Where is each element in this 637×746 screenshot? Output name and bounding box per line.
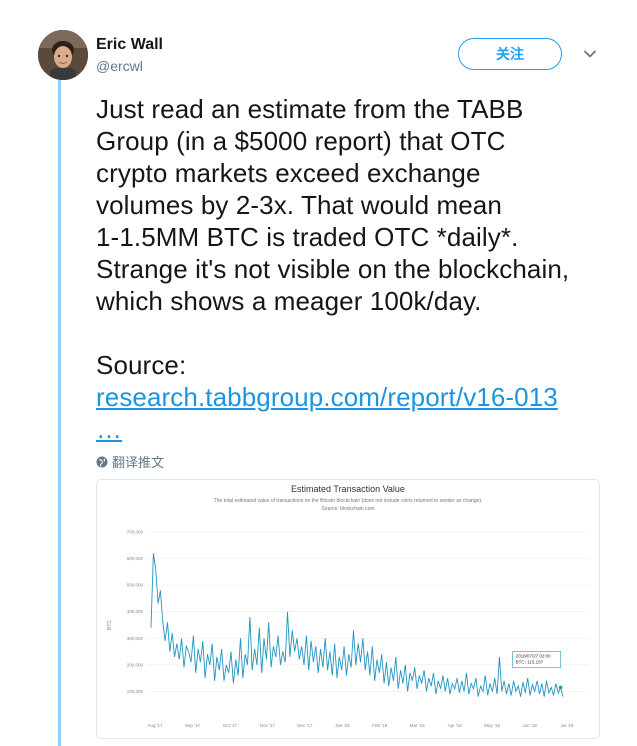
globe-icon bbox=[96, 456, 108, 467]
tooltip-value: BTC: 115,187 bbox=[516, 660, 544, 665]
tooltip-date: 2018/07/27 02:00 bbox=[516, 654, 552, 659]
tweet-line: volumes by 2-3x. That would mean bbox=[96, 190, 502, 220]
thread-line bbox=[58, 80, 61, 746]
tweet-line: crypto markets exceed exchange bbox=[96, 158, 481, 188]
y-tick-label: 600,000 bbox=[127, 556, 144, 561]
tweet-line: 1-1.5MM BTC is traded OTC *daily*. bbox=[96, 222, 519, 252]
y-tick-label: 400,000 bbox=[127, 609, 144, 614]
x-tick-label: Sep '17 bbox=[185, 723, 201, 728]
avatar[interactable] bbox=[38, 30, 88, 80]
x-tick-label: Feb '18 bbox=[372, 723, 387, 728]
display-name[interactable]: Eric Wall bbox=[96, 36, 163, 54]
x-tick-label: Jun '18 bbox=[522, 723, 537, 728]
y-tick-label: 700,000 bbox=[127, 530, 144, 535]
source-label: Source: bbox=[96, 350, 187, 380]
tweet-text: Just read an estimate from the TABB Grou… bbox=[96, 93, 616, 445]
x-tick-label: May '18 bbox=[484, 723, 500, 728]
chart-card[interactable]: Estimated Transaction Value The total es… bbox=[96, 479, 600, 739]
series-line bbox=[150, 553, 564, 697]
tweet-line: Just read an estimate from the TABB bbox=[96, 94, 524, 124]
x-tick-label: Jul '18 bbox=[561, 723, 574, 728]
tweet-line: Group (in a $5000 report) that OTC bbox=[96, 126, 506, 156]
tooltip-point bbox=[558, 685, 563, 690]
x-tick-label: Apr '18 bbox=[448, 723, 463, 728]
translate-tweet-button[interactable]: 翻译推文 bbox=[96, 452, 164, 471]
link-ellipsis[interactable]: … bbox=[96, 414, 122, 444]
x-tick-label: Mar '18 bbox=[410, 723, 425, 728]
y-tick-label: 200,000 bbox=[127, 662, 144, 667]
x-tick-label: Oct '17 bbox=[223, 723, 238, 728]
y-tick-label: 100,000 bbox=[127, 689, 144, 694]
y-tick-label: 500,000 bbox=[127, 583, 144, 588]
chevron-down-icon[interactable] bbox=[582, 46, 598, 62]
x-tick-label: Aug '17 bbox=[147, 723, 163, 728]
y-tick-label: 300,000 bbox=[127, 636, 144, 641]
y-axis-label: BTC bbox=[107, 620, 113, 630]
follow-button[interactable]: 关注 bbox=[458, 38, 562, 70]
x-tick-label: Nov '17 bbox=[260, 723, 276, 728]
avatar-image bbox=[38, 30, 88, 80]
chart-svg: 700,000 600,000 500,000 400,000 300,000 200,0… bbox=[107, 530, 589, 728]
tweet-line: which shows a meager 100k/day. bbox=[96, 286, 482, 316]
report-link[interactable]: research.tabbgroup.com/report/v16-013 bbox=[96, 382, 558, 412]
user-handle[interactable]: @ercwl bbox=[96, 58, 143, 74]
tweet-line: Strange it's not visible on the blockcha… bbox=[96, 254, 570, 284]
x-tick-label: Jan '18 bbox=[335, 723, 350, 728]
translate-label: 翻译推文 bbox=[112, 455, 165, 470]
x-tick-label: Dec '17 bbox=[297, 723, 313, 728]
